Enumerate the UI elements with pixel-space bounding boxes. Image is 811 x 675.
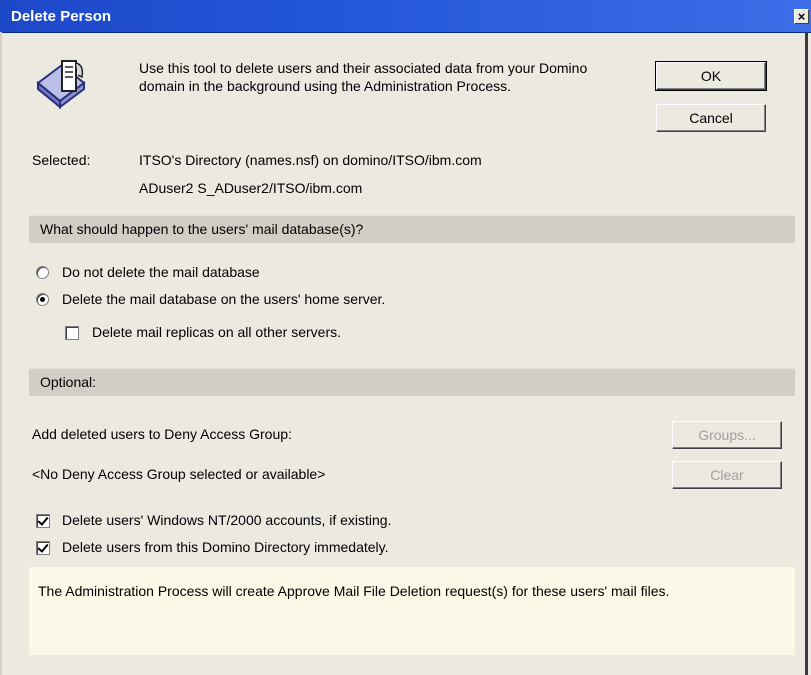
info-box: The Administration Process will create A… bbox=[29, 567, 795, 655]
selected-directory: ITSO's Directory (names.nsf) on domino/I… bbox=[139, 152, 482, 168]
checkbox-delete-nt-accounts[interactable] bbox=[36, 514, 50, 528]
title-bar[interactable]: Delete Person × bbox=[0, 0, 811, 33]
deny-group-label: Add deleted users to Deny Access Group: bbox=[32, 426, 292, 442]
intro-text: Use this tool to delete users and their … bbox=[139, 60, 588, 94]
window-title: Delete Person bbox=[11, 8, 112, 25]
optional-section-header: Optional: bbox=[29, 368, 795, 396]
mail-section-header: What should happen to the users' mail da… bbox=[29, 215, 795, 243]
checkbox-delete-replicas-label[interactable]: Delete mail replicas on all other server… bbox=[92, 324, 341, 340]
deny-group-value: <No Deny Access Group selected or availa… bbox=[32, 466, 326, 482]
checkbox-delete-nt-accounts-label[interactable]: Delete users' Windows NT/2000 accounts, … bbox=[62, 512, 392, 528]
selected-label: Selected: bbox=[32, 152, 91, 168]
clear-button[interactable]: Clear bbox=[672, 461, 782, 489]
radio-keep-mail[interactable] bbox=[36, 266, 49, 279]
cancel-button[interactable]: Cancel bbox=[656, 104, 766, 132]
checkbox-delete-from-directory[interactable] bbox=[36, 541, 50, 555]
info-text: The Administration Process will create A… bbox=[38, 583, 670, 599]
radio-delete-mail-label[interactable]: Delete the mail database on the users' h… bbox=[62, 291, 385, 307]
optional-section-title: Optional: bbox=[40, 374, 97, 390]
mail-section-title: What should happen to the users' mail da… bbox=[40, 221, 364, 237]
groups-button[interactable]: Groups... bbox=[672, 421, 782, 449]
checkbox-delete-replicas[interactable] bbox=[65, 326, 79, 340]
radio-delete-mail[interactable] bbox=[36, 293, 49, 306]
radio-keep-mail-label[interactable]: Do not delete the mail database bbox=[62, 264, 260, 280]
selected-user: ADuser2 S_ADuser2/ITSO/ibm.com bbox=[139, 180, 363, 196]
delete-person-document-icon bbox=[36, 60, 86, 110]
close-button[interactable]: × bbox=[794, 9, 809, 24]
delete-person-dialog: Delete Person × Use this tool to delete … bbox=[0, 0, 811, 675]
ok-button[interactable]: OK bbox=[655, 61, 767, 91]
checkbox-delete-from-directory-label[interactable]: Delete users from this Domino Directory … bbox=[62, 539, 389, 555]
